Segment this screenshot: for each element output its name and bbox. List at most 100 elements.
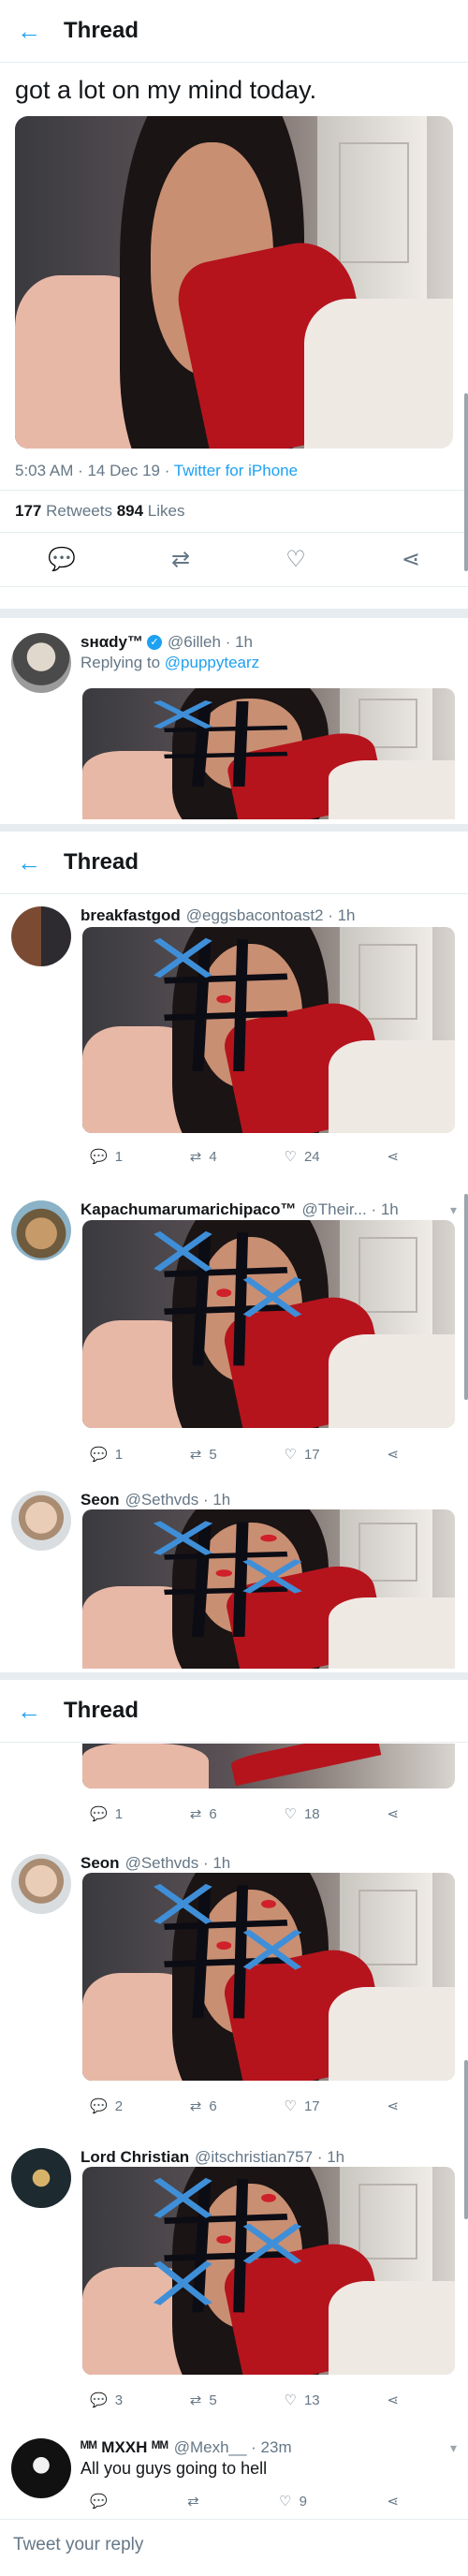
retweet-icon: ⇄ [189, 1149, 202, 1165]
avatar[interactable] [11, 1854, 71, 1914]
segment-divider [0, 824, 468, 832]
reply-photo[interactable] [82, 1509, 455, 1669]
like-button[interactable]: ♡ 24 [284, 1148, 319, 1166]
author-handle[interactable]: @6illeh · 1h [168, 633, 253, 652]
retweet-icon: ⇄ [189, 1447, 202, 1463]
thread-header: ← Thread [0, 832, 468, 894]
back-arrow-icon[interactable]: ← [17, 848, 64, 877]
reply-icon[interactable]: 💬 [48, 546, 76, 573]
retweet-icon[interactable]: ⇄ [187, 2493, 199, 2510]
reply-button[interactable]: 💬 1 [90, 1148, 123, 1166]
author-name[interactable]: Seon [80, 1491, 120, 1509]
back-arrow-icon[interactable]: ← [17, 1697, 64, 1726]
reply-actions: 💬 ⇄ ♡ 9 ⋖ [90, 2483, 399, 2515]
scrollbar[interactable] [464, 393, 468, 571]
reply-button[interactable]: 💬 3 [90, 2392, 123, 2409]
likes-count[interactable]: 894 [117, 502, 143, 520]
share-icon[interactable]: ⋖ [387, 1148, 399, 1165]
reply-shady[interactable]: sнαdу™ ✓ @6illeh · 1h Replying to @puppy… [0, 622, 468, 699]
thread-header: ← Thread [0, 0, 468, 63]
reply-icon: 💬 [90, 1447, 108, 1463]
chevron-down-icon[interactable]: ▾ [450, 2440, 457, 2456]
reply-actions: 💬 3 ⇄ 5 ♡ 13 ⋖ [90, 2382, 399, 2414]
scrollbar[interactable] [464, 1194, 468, 1400]
avatar[interactable] [11, 633, 71, 693]
author-name[interactable]: sнαdу™ [80, 633, 143, 652]
retweet-button[interactable]: ⇄ 6 [190, 2098, 217, 2115]
author-name[interactable]: Kapachumarumarichipaco™ [80, 1200, 297, 1219]
author-handle[interactable]: @Mexh__ · 23m [174, 2438, 292, 2457]
avatar[interactable] [11, 2438, 71, 2498]
reply-button[interactable]: 💬 1 [90, 1805, 123, 1823]
tweet-photo[interactable] [15, 116, 453, 449]
tweet-meta: 5:03 AM · 14 Dec 19 · Twitter for iPhone [0, 449, 468, 490]
back-arrow-icon[interactable]: ← [17, 17, 64, 46]
scrollbar[interactable] [464, 2060, 468, 2219]
like-icon: ♡ [284, 1149, 297, 1165]
like-button[interactable]: ♡ 18 [284, 1805, 319, 1823]
author-handle[interactable]: @Their... · 1h [302, 1200, 399, 1219]
retweet-button[interactable]: ⇄ 5 [189, 1446, 217, 1464]
author-handle[interactable]: @eggsbacontoast2 · 1h [186, 906, 356, 925]
reply-placeholder: Tweet your reply [13, 2535, 144, 2554]
author-handle[interactable]: @itschristian757 · 1h [195, 2148, 344, 2167]
author-name[interactable]: breakfastgod [80, 906, 181, 925]
like-button[interactable]: ♡ 13 [284, 2392, 319, 2409]
like-icon: ♡ [284, 2098, 297, 2114]
share-icon[interactable]: ⋖ [387, 1446, 399, 1463]
share-icon[interactable]: ⋖ [387, 2493, 399, 2510]
avatar[interactable] [11, 906, 71, 966]
reply-composer[interactable]: Tweet your reply [0, 2519, 468, 2570]
tweet-actions: 💬 ⇄ ♡ ⋖ [0, 533, 468, 587]
tweet-text: got a lot on my mind today. [15, 76, 317, 104]
like-button[interactable]: ♡ 9 [279, 2493, 307, 2510]
reply-icon: 💬 [90, 2392, 108, 2408]
author-name[interactable]: Seon [80, 1854, 120, 1873]
reply-button[interactable]: 💬 2 [90, 2098, 123, 2115]
share-icon[interactable]: ⋖ [387, 1805, 399, 1822]
share-icon[interactable]: ⋖ [402, 546, 420, 573]
reply-photo[interactable] [82, 1220, 455, 1428]
avatar[interactable] [11, 1200, 71, 1260]
reply-photo-partial[interactable] [82, 1744, 455, 1788]
retweets-label: Retweets [41, 502, 117, 520]
retweet-button[interactable]: ⇄ 6 [190, 1805, 217, 1823]
like-button[interactable]: ♡ 17 [284, 1446, 319, 1464]
author-handle[interactable]: @Sethvds · 1h [125, 1854, 231, 1873]
reply-photo[interactable] [82, 688, 455, 819]
reply-photo[interactable] [82, 2167, 455, 2375]
reply-icon[interactable]: 💬 [90, 2493, 108, 2510]
author-name[interactable]: Lord Christian [80, 2148, 189, 2167]
reply-text: All you guys going to hell [80, 2459, 268, 2478]
share-icon[interactable]: ⋖ [387, 2098, 399, 2114]
like-button[interactable]: ♡ 17 [284, 2098, 319, 2115]
segment-divider [0, 609, 468, 618]
likes-label: Likes [143, 502, 185, 520]
page-title: Thread [64, 18, 139, 43]
reply-actions: 💬 1 ⇄ 5 ♡ 17 ⋖ [90, 1436, 399, 1468]
reply-button[interactable]: 💬 1 [90, 1446, 123, 1464]
like-icon[interactable]: ♡ [285, 546, 306, 573]
segment-divider [0, 1672, 468, 1680]
reply-actions: 💬 2 ⇄ 6 ♡ 17 ⋖ [90, 2088, 399, 2120]
retweet-icon: ⇄ [189, 2392, 202, 2408]
page-title: Thread [64, 849, 139, 875]
replying-to: Replying to @puppytearz [80, 654, 457, 672]
replying-handle[interactable]: @puppytearz [165, 654, 259, 671]
author-name[interactable]: ᴹᴹ MXXH ᴹᴹ [80, 2438, 168, 2457]
retweets-count[interactable]: 177 [15, 502, 41, 520]
reply-actions: 💬 1 ⇄ 6 ♡ 18 ⋖ [90, 1796, 399, 1828]
reply-photo[interactable] [82, 927, 455, 1133]
reply-photo[interactable] [82, 1873, 455, 2081]
retweet-button[interactable]: ⇄ 5 [189, 2392, 217, 2409]
avatar[interactable] [11, 2148, 71, 2208]
share-icon[interactable]: ⋖ [387, 2392, 399, 2408]
chevron-down-icon[interactable]: ▾ [450, 1202, 457, 1218]
retweet-icon[interactable]: ⇄ [171, 546, 190, 573]
page-title: Thread [64, 1698, 139, 1723]
avatar[interactable] [11, 1491, 71, 1551]
retweet-button[interactable]: ⇄ 4 [189, 1148, 217, 1166]
source-link[interactable]: Twitter for iPhone [174, 462, 298, 479]
author-handle[interactable]: @Sethvds · 1h [125, 1491, 231, 1509]
reply-icon: 💬 [90, 1149, 108, 1165]
